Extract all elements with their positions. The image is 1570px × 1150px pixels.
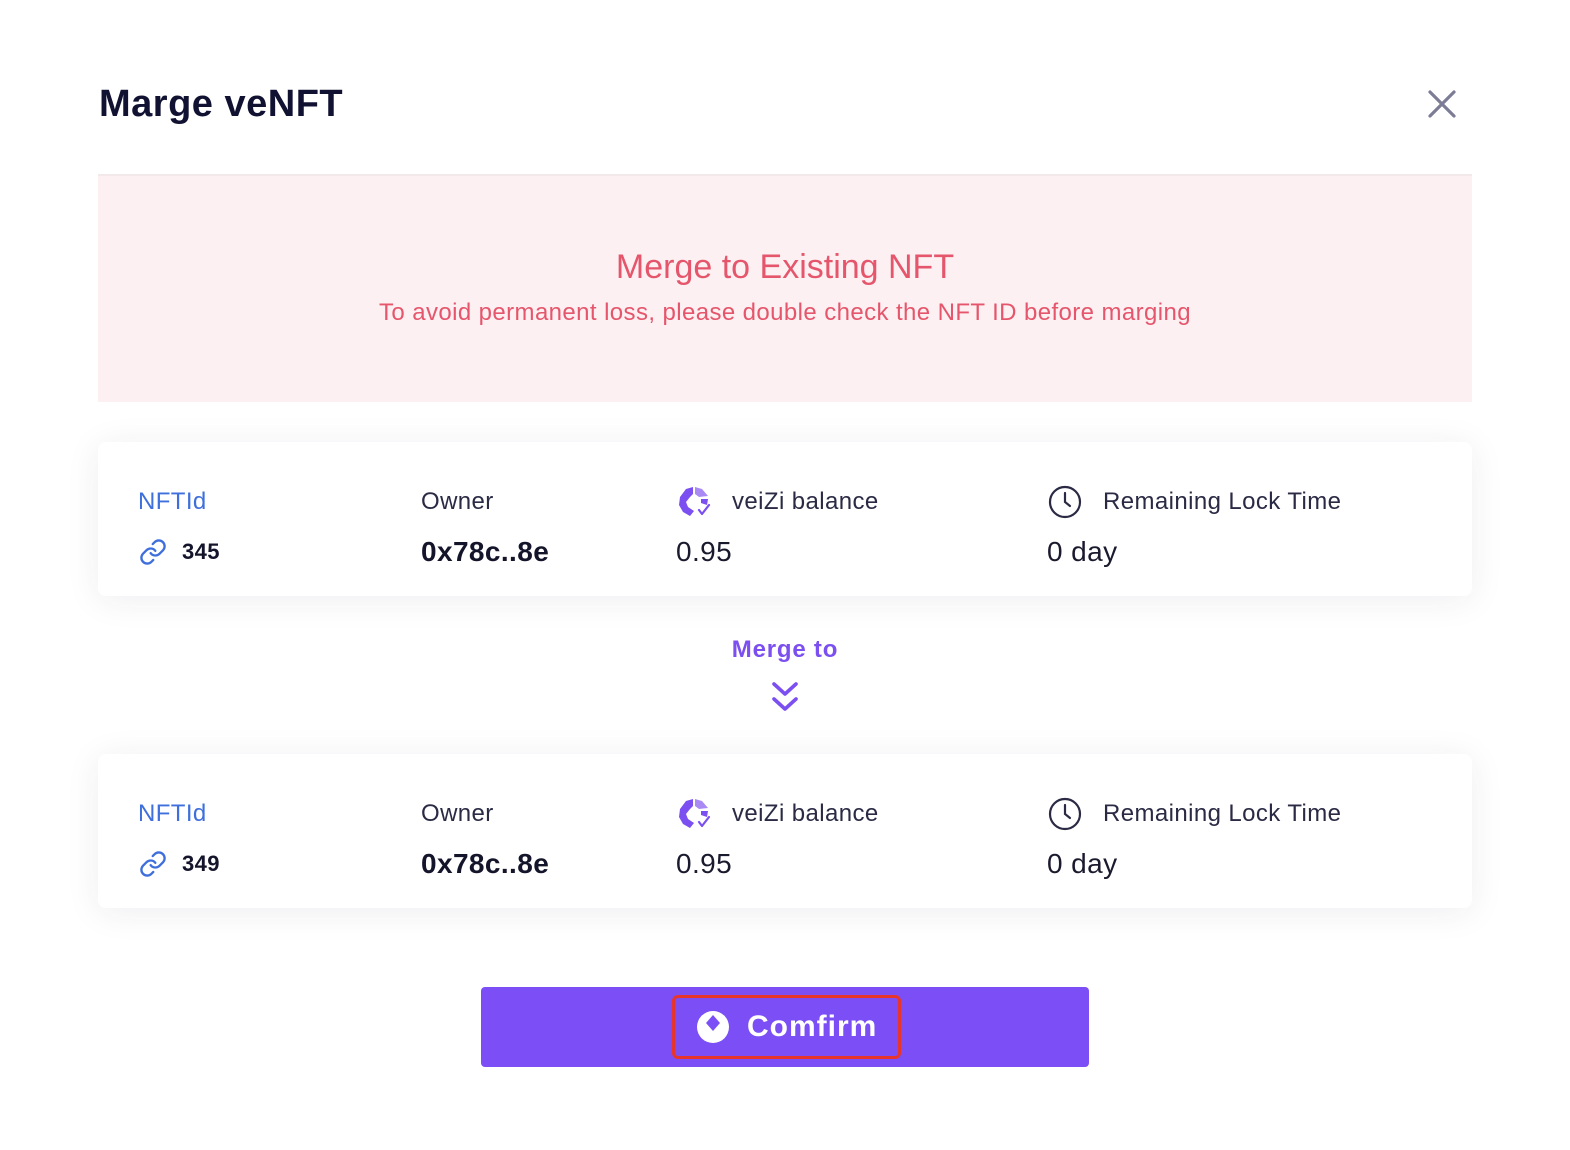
clock-icon — [1047, 484, 1083, 520]
link-icon[interactable] — [138, 849, 168, 879]
nftid-label: NFTId — [138, 488, 207, 515]
merge-venft-modal: Marge veNFT Merge to Existing NFT To avo… — [0, 0, 1570, 1150]
clock-icon — [1047, 796, 1083, 832]
modal-title: Marge veNFT — [99, 83, 344, 125]
merge-to-label: Merge to — [731, 636, 839, 663]
lock-label: Remaining Lock Time — [1103, 488, 1342, 515]
balance-label: veiZi balance — [732, 488, 879, 515]
link-icon[interactable] — [138, 537, 168, 567]
balance-label: veiZi balance — [732, 800, 879, 827]
veizi-token-icon — [676, 796, 712, 832]
balance-value: 0.95 — [676, 848, 733, 879]
owner-value: 0x78c..8e — [421, 536, 550, 567]
warning-text: To avoid permanent loss, please double c… — [379, 299, 1191, 326]
nftid-value: 345 — [182, 539, 220, 564]
nftid-label: NFTId — [138, 800, 207, 827]
confirm-button[interactable]: Comfirm — [481, 987, 1089, 1067]
balance-value: 0.95 — [676, 536, 733, 567]
warning-banner: Merge to Existing NFT To avoid permanent… — [98, 174, 1472, 402]
warning-title: Merge to Existing NFT — [615, 248, 955, 286]
close-icon — [1428, 90, 1456, 118]
owner-label: Owner — [421, 800, 494, 827]
izi-logo-icon — [697, 1011, 729, 1043]
close-button[interactable] — [1420, 82, 1464, 126]
owner-label: Owner — [421, 488, 494, 515]
nftid-value: 349 — [182, 851, 220, 876]
nftid-value-row[interactable]: 345 — [138, 534, 220, 570]
lock-value: 0 day — [1047, 848, 1118, 879]
lock-value: 0 day — [1047, 536, 1118, 567]
confirm-label: Comfirm — [747, 1010, 878, 1043]
lock-label: Remaining Lock Time — [1103, 800, 1342, 827]
target-nft-card: NFTId 349 Owner 0x78c..8e veiZi balance … — [98, 754, 1472, 908]
owner-value: 0x78c..8e — [421, 848, 550, 879]
source-nft-card: NFTId 345 Owner 0x78c..8e veiZi balance … — [98, 442, 1472, 596]
double-chevron-down-icon — [772, 682, 798, 711]
nftid-value-row[interactable]: 349 — [138, 846, 220, 882]
veizi-token-icon — [676, 484, 712, 520]
